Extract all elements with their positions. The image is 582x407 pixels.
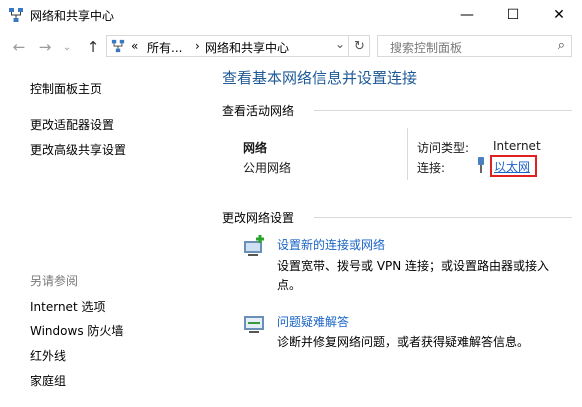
page-title: 查看基本网络信息并设置连接	[222, 69, 418, 87]
chevron-down-icon[interactable]: ⌄	[60, 36, 74, 58]
refresh-button[interactable]: ↻	[348, 35, 370, 57]
connection-label: 连接:	[417, 161, 446, 175]
see-also-infrared[interactable]: 红外线	[30, 347, 66, 364]
address-bar[interactable]: « 所有... › 网络和共享中心 ⌄	[106, 35, 370, 57]
address-dropdown-icon[interactable]: ⌄	[335, 37, 345, 51]
sidebar-item-advanced-sharing[interactable]: 更改高级共享设置	[30, 141, 126, 158]
maximize-button[interactable]: ☐	[490, 0, 536, 30]
breadcrumb-separator[interactable]: ›	[195, 39, 200, 53]
ethernet-cable-icon	[478, 157, 484, 173]
search-input[interactable]: 搜索控制面板 ⌕	[377, 35, 572, 57]
network-name: 网络	[243, 141, 268, 155]
arrow-right-icon[interactable]: →	[34, 36, 56, 58]
arrow-left-icon[interactable]: ←	[8, 36, 30, 58]
arrow-up-icon[interactable]: ↑	[82, 36, 104, 58]
sidebar-item-adapter-settings[interactable]: 更改适配器设置	[30, 116, 114, 133]
network-type: 公用网络	[243, 161, 292, 175]
setup-new-connection-link[interactable]: 设置新的连接或网络	[277, 236, 385, 253]
active-networks-heading: 查看活动网络	[222, 104, 295, 118]
network-center-icon	[111, 39, 125, 53]
see-also-heading: 另请参阅	[30, 274, 79, 288]
breadcrumb-all-items[interactable]: 所有...	[147, 39, 182, 56]
see-also-internet-options[interactable]: Internet 选项	[30, 298, 105, 315]
column-divider	[407, 128, 408, 180]
breadcrumb-overflow[interactable]: «	[131, 39, 138, 53]
setup-new-connection-desc: 设置宽带、拨号或 VPN 连接；或设置路由器或接入点。	[277, 259, 550, 292]
troubleshoot-link[interactable]: 问题疑难解答	[277, 313, 349, 330]
access-type-label: 访问类型:	[417, 141, 470, 155]
network-center-icon	[9, 8, 23, 22]
troubleshoot-desc: 诊断并修复网络问题，或者获得疑难解答信息。	[277, 335, 530, 349]
section-divider	[314, 110, 572, 111]
see-also-homegroup[interactable]: 家庭组	[30, 372, 66, 389]
close-button[interactable]: ✕	[536, 0, 582, 30]
section-divider	[314, 217, 572, 218]
new-connection-icon	[244, 235, 264, 256]
change-settings-heading: 更改网络设置	[222, 211, 295, 225]
search-icon[interactable]: ⌕	[558, 38, 565, 53]
troubleshoot-icon	[244, 316, 264, 333]
minimize-button[interactable]: —	[444, 0, 490, 30]
breadcrumb-network-center[interactable]: 网络和共享中心	[205, 39, 289, 56]
ethernet-connection-link[interactable]: 以太网	[494, 158, 530, 175]
access-type-value: Internet	[493, 139, 541, 153]
search-placeholder: 搜索控制面板	[390, 41, 463, 55]
see-also-windows-firewall[interactable]: Windows 防火墙	[30, 322, 123, 339]
sidebar-item-control-panel-home[interactable]: 控制面板主页	[30, 80, 102, 97]
window-title: 网络和共享中心	[30, 9, 115, 23]
